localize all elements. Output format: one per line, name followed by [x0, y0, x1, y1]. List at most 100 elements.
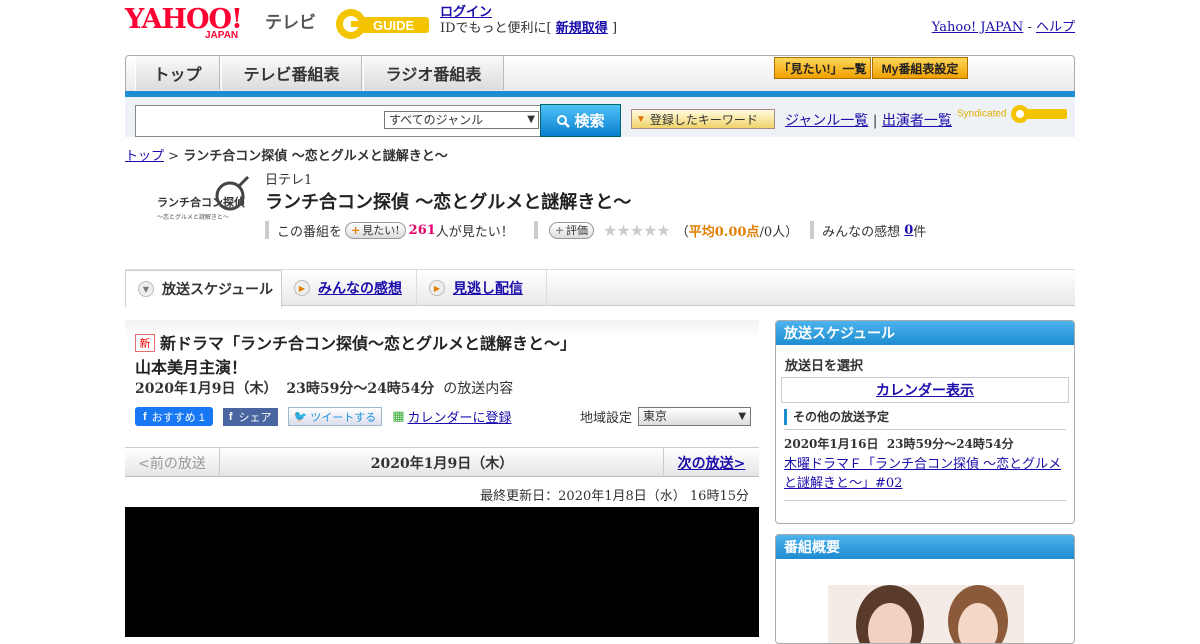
facebook-recommend-button[interactable]: f おすすめ 1 [135, 407, 213, 426]
facebook-icon: f [228, 410, 233, 423]
login-area: ログイン IDでもっと便利に[ 新規取得 ] [440, 5, 617, 37]
breadcrumb-sep: > [164, 149, 184, 164]
other-schedule-heading: その他の放送予定 [784, 409, 1066, 425]
program-news: 新 新ドラマ「ランチ合コン探偵～恋とグルメと謎解きと～」 山本美月主演！ 202… [125, 320, 759, 446]
calendar-register-link[interactable]: カレンダーに登録 [408, 407, 512, 426]
prev-broadcast: <前の放送 [125, 448, 220, 477]
want-count: 261 [408, 222, 436, 238]
login-text-post: ] [611, 21, 618, 36]
registered-keyword-label: 登録したキーワード [649, 112, 758, 127]
rate-button[interactable]: + 評価 [548, 221, 595, 239]
subtab-catchup-label[interactable]: 見逃し配信 [453, 278, 523, 298]
subtab-schedule[interactable]: ▼ 放送スケジュール [125, 270, 282, 307]
impressions-unit: 件 [913, 224, 927, 240]
mitai-list-button[interactable]: 「見たい!」一覧 [774, 57, 871, 79]
breadcrumb-top-link[interactable]: トップ [125, 149, 164, 164]
tweet-label: ツイートする [310, 411, 377, 424]
news-title-line1: 新ドラマ「ランチ合コン探偵～恋とグルメと謎解きと～」 [160, 334, 577, 353]
genre-list-link[interactable]: ジャンル一覧 [785, 113, 868, 129]
subtab-impressions-label[interactable]: みんなの感想 [318, 278, 402, 298]
tab-tv-guide[interactable]: テレビ番組表 [221, 56, 362, 90]
tab-top[interactable]: トップ [135, 56, 220, 90]
news-title-line2: 山本美月主演！ [135, 358, 248, 377]
other-broadcast-time: 23時59分～24時54分 [886, 437, 1014, 451]
main-nav: トップ テレビ番組表 ラジオ番組表 「見たい!」一覧 My番組表設定 [125, 55, 1075, 97]
help-link[interactable]: ヘルプ [1036, 20, 1075, 35]
want-button-label: 見たい! [362, 224, 400, 237]
program-title: ランチ合コン探偵 ～恋とグルメと謎解きと～ [265, 192, 632, 213]
svg-text:ランチ合コン探偵: ランチ合コン探偵 [157, 195, 245, 209]
video-player[interactable] [125, 507, 759, 637]
gguide-logo[interactable]: GUIDE [333, 6, 433, 42]
breadcrumb-current: ランチ合コン探偵 ～恋とグルメと謎解きと～ [183, 149, 448, 164]
air-time: 23時59分～24時54分 [286, 381, 435, 397]
other-broadcast-date: 2020年1月16日 [784, 437, 879, 451]
facebook-recommend-label: おすすめ 1 [151, 411, 205, 424]
cast-photo-image [828, 585, 1024, 643]
calendar-register[interactable]: ▦ カレンダーに登録 [392, 407, 511, 426]
want-pre-text: この番組を [277, 224, 343, 240]
gguide-small-icon [1011, 105, 1068, 123]
cast-list-link[interactable]: 出演者一覧 [882, 113, 952, 129]
chevron-down-icon: ▼ [527, 114, 535, 125]
impressions-count-link[interactable]: 0 [904, 223, 913, 238]
calendar-button[interactable]: カレンダー表示 [781, 377, 1069, 403]
genre-select[interactable]: すべてのジャンル ▼ [384, 111, 539, 129]
header-dash: - [1023, 20, 1036, 35]
tv-label[interactable]: テレビ [265, 8, 316, 33]
subtab-impressions[interactable]: ▶ みんなの感想 [282, 270, 417, 306]
gguide-logo-icon: GUIDE [336, 9, 429, 39]
login-text-pre: IDでもっと便利に[ [440, 21, 552, 36]
overview-box: 番組概要 [775, 534, 1075, 644]
social-buttons: f おすすめ 1 f シェア 🐦 ツイートする ▦ カレンダーに登録 [135, 407, 512, 426]
avg-count: /0人） [759, 224, 799, 240]
signup-link[interactable]: 新規取得 [556, 21, 608, 36]
yahoo-logo-sub: JAPAN [205, 30, 239, 41]
region-label: 地域設定 [580, 411, 633, 426]
calendar-button-link[interactable]: カレンダー表示 [876, 380, 974, 400]
magnifier-logo-icon: ランチ合コン探偵 ～恋とグルメと謎解きと～ [157, 175, 250, 221]
other-broadcast-link[interactable]: 木曜ドラマＦ「ランチ合コン探偵 ～恋とグルメと謎解きと～」#02 [784, 457, 1061, 491]
triangle-down-icon: ▼ [636, 113, 646, 125]
rating-stars: ★★★★★ [603, 220, 671, 240]
yahoo-japan-link[interactable]: Yahoo! JAPAN [932, 20, 1024, 35]
meta-divider [810, 221, 815, 239]
program-meta: この番組を + 見たい! 261 人が見たい！ + 評価 ★★★★★ （平均0.… [265, 220, 926, 240]
region-select[interactable]: 東京 ▼ [638, 407, 752, 426]
want-button[interactable]: + 見たい! [345, 221, 406, 239]
registered-keyword-button[interactable]: ▼ 登録したキーワード [631, 109, 775, 129]
program-logo-image: ランチ合コン探偵 ～恋とグルメと謎解きと～ [155, 175, 250, 236]
my-guide-settings-button[interactable]: My番組表設定 [872, 57, 968, 79]
region-select-value: 東京 [643, 409, 668, 423]
schedule-box: 放送スケジュール 放送日を選択 カレンダー表示 その他の放送予定 2020年1月… [775, 320, 1075, 524]
login-link[interactable]: ログイン [440, 5, 492, 20]
other-broadcast-datetime: 2020年1月16日 23時59分～24時54分 [776, 430, 1074, 452]
breadcrumb: トップ > ランチ合コン探偵 ～恋とグルメと謎解きと～ [125, 145, 448, 164]
tab-radio-guide[interactable]: ラジオ番組表 [363, 56, 504, 90]
subtab-catchup[interactable]: ▶ 見逃し配信 [417, 270, 547, 306]
plus-icon: + [351, 223, 361, 237]
facebook-share-label: シェア [238, 411, 272, 424]
impressions-label: みんなの感想 [822, 224, 901, 240]
svg-text:GUIDE: GUIDE [373, 18, 415, 33]
channel-name: 日テレ1 [265, 173, 313, 188]
pager-date: 2020年1月9日（木） [370, 455, 514, 472]
search-bar: すべてのジャンル ▼ 検索 ▼ 登録したキーワード ジャンル一覧 | 出演者一覧… [125, 97, 1075, 137]
tweet-button[interactable]: 🐦 ツイートする [287, 407, 383, 426]
search-button[interactable]: 検索 [540, 104, 621, 137]
next-broadcast[interactable]: 次の放送> [663, 448, 759, 477]
air-suffix: の放送内容 [443, 381, 514, 397]
choose-date-label: 放送日を選択 [785, 359, 864, 374]
air-info: 2020年1月9日（木） 23時59分～24時54分 の放送内容 [135, 378, 513, 398]
play-icon: ▶ [294, 280, 310, 296]
facebook-icon: f [143, 410, 147, 423]
yahoo-logo[interactable]: YAHOO! JAPAN [125, 6, 261, 42]
schedule-box-header: 放送スケジュール [776, 321, 1074, 345]
divider [784, 500, 1066, 501]
facebook-share-button[interactable]: f シェア [222, 407, 278, 426]
search-button-label: 検索 [574, 113, 605, 130]
next-broadcast-link[interactable]: 次の放送> [678, 453, 746, 473]
meta-divider [533, 221, 538, 239]
cast-photo [828, 585, 1024, 643]
calendar-add-icon: ▦ [392, 409, 405, 424]
